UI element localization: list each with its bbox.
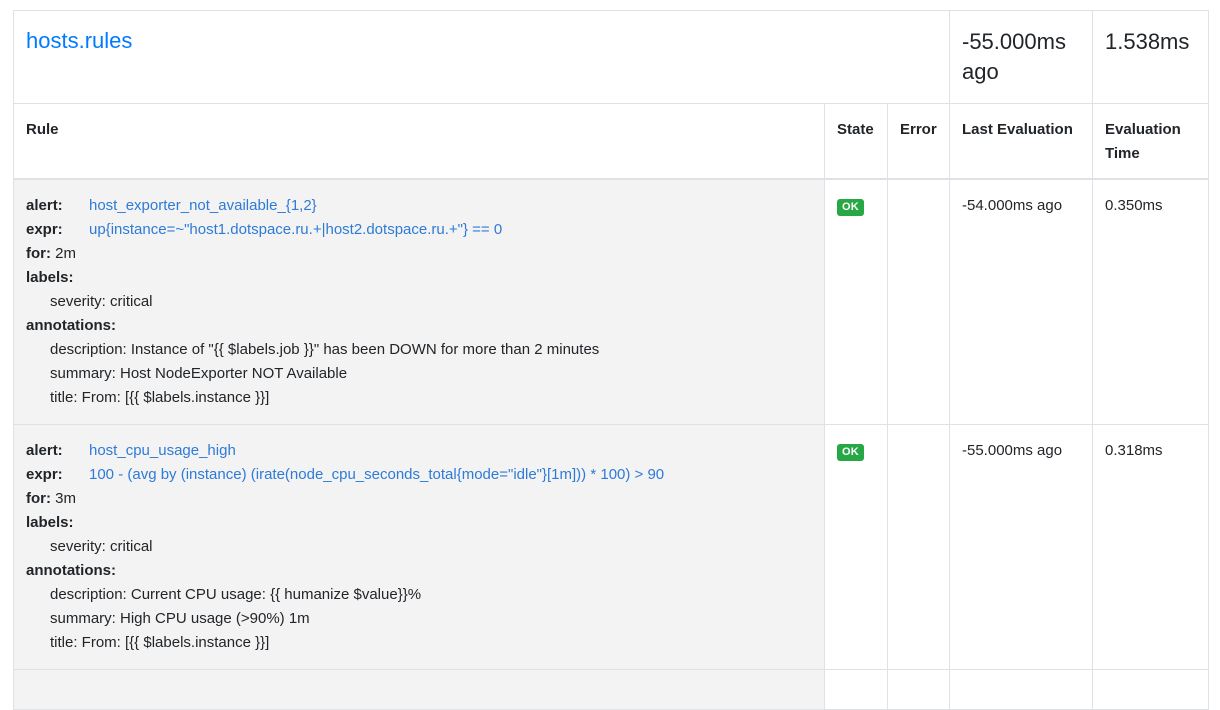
expr-link[interactable]: up{instance=~"host1.dotspace.ru.+|host2.… — [89, 221, 502, 238]
alert-name-link[interactable]: host_cpu_usage_high — [89, 442, 236, 459]
annotations-key: annotations: — [26, 562, 116, 579]
group-name-cell: hosts.rules — [13, 10, 950, 104]
group-last-evaluation-cell: -55.000ms ago — [949, 10, 1093, 104]
column-header-state: State — [824, 103, 888, 180]
group-last-evaluation: -55.000ms ago — [962, 29, 1066, 84]
state-ok-badge: OK — [837, 199, 864, 216]
rule-evaluation-time: 0.350ms — [1092, 178, 1209, 425]
expr-key: expr: — [26, 221, 63, 238]
column-header-last-evaluation: Last Evaluation — [949, 103, 1093, 180]
annotation-summary: summary: Host NodeExporter NOT Available — [50, 365, 348, 382]
column-header-rule: Rule — [13, 103, 825, 180]
annotation-description: description: Instance of "{{ $labels.job… — [50, 341, 600, 358]
rule-state-cell — [824, 669, 888, 710]
alert-key: alert: — [26, 442, 63, 459]
rule-definition-cell — [13, 669, 825, 710]
rule-last-evaluation: -55.000ms ago — [949, 424, 1093, 670]
rule-alert-line: alert: host_exporter_not_available_{1,2} — [26, 194, 812, 218]
rule-evaluation-time — [1092, 669, 1209, 710]
rule-last-evaluation — [949, 669, 1093, 710]
rule-expr-line: expr: up{instance=~"host1.dotspace.ru.+|h… — [26, 218, 812, 242]
rule-state-cell: OK — [824, 424, 888, 670]
expr-key: expr: — [26, 466, 63, 483]
labels-key: labels: — [26, 269, 74, 286]
alert-name-link[interactable]: host_exporter_not_available_{1,2} — [89, 197, 317, 214]
group-header-row: hosts.rules -55.000ms ago 1.538ms — [13, 10, 1209, 104]
rule-error-cell — [887, 669, 950, 710]
rule-for-line: for: 2m — [26, 242, 812, 266]
annotation-title: title: From: [{{ $labels.instance }}] — [50, 634, 270, 651]
alert-key: alert: — [26, 197, 63, 214]
for-key: for: — [26, 490, 51, 507]
for-key: for: — [26, 245, 51, 262]
group-evaluation-time: 1.538ms — [1105, 29, 1190, 54]
annotation-title: title: From: [{{ $labels.instance }}] — [50, 389, 270, 406]
rule-definition-cell: alert: host_exporter_not_available_{1,2} … — [13, 178, 825, 425]
state-ok-badge: OK — [837, 444, 864, 461]
column-header-error: Error — [887, 103, 950, 180]
rule-alert-line: alert: host_cpu_usage_high — [26, 439, 812, 463]
table-row: alert: host_exporter_not_available_{1,2} … — [13, 178, 1209, 425]
rule-annotations-line: annotations: — [26, 314, 812, 338]
for-value: 3m — [55, 490, 77, 507]
column-header-evaluation-time: Evaluation Time — [1092, 103, 1209, 180]
annotation-summary: summary: High CPU usage (>90%) 1m — [50, 610, 310, 627]
group-header-table: hosts.rules -55.000ms ago 1.538ms — [13, 10, 1209, 104]
rule-labels-line: labels: — [26, 266, 812, 290]
label-severity: severity: critical — [50, 538, 153, 555]
rule-definition-cell: alert: host_cpu_usage_high expr: 100 - (av… — [13, 424, 825, 670]
rule-error-cell — [887, 178, 950, 425]
rules-table-header-row: Rule State Error Last Evaluation Evaluat… — [13, 103, 1209, 180]
annotations-key: annotations: — [26, 317, 116, 334]
group-name-link[interactable]: hosts.rules — [26, 28, 132, 54]
for-value: 2m — [55, 245, 77, 262]
labels-key: labels: — [26, 514, 74, 531]
rule-last-evaluation: -54.000ms ago — [949, 178, 1093, 425]
rule-state-cell: OK — [824, 178, 888, 425]
rule-for-line: for: 3m — [26, 487, 812, 511]
rule-annotations-line: annotations: — [26, 559, 812, 583]
rules-table: Rule State Error Last Evaluation Evaluat… — [13, 103, 1209, 710]
rule-expr-line: expr: 100 - (avg by (instance) (irate(nod… — [26, 463, 812, 487]
rule-evaluation-time: 0.318ms — [1092, 424, 1209, 670]
annotation-description: description: Current CPU usage: {{ human… — [50, 586, 422, 603]
expr-link[interactable]: 100 - (avg by (instance) (irate(node_cpu… — [89, 466, 664, 483]
rule-labels-line: labels: — [26, 511, 812, 535]
rule-error-cell — [887, 424, 950, 670]
table-row — [13, 669, 1209, 710]
group-evaluation-time-cell: 1.538ms — [1092, 10, 1209, 104]
label-severity: severity: critical — [50, 293, 153, 310]
table-row: alert: host_cpu_usage_high expr: 100 - (av… — [13, 424, 1209, 670]
rule-group-panel: hosts.rules -55.000ms ago 1.538ms Rule S… — [13, 10, 1209, 710]
